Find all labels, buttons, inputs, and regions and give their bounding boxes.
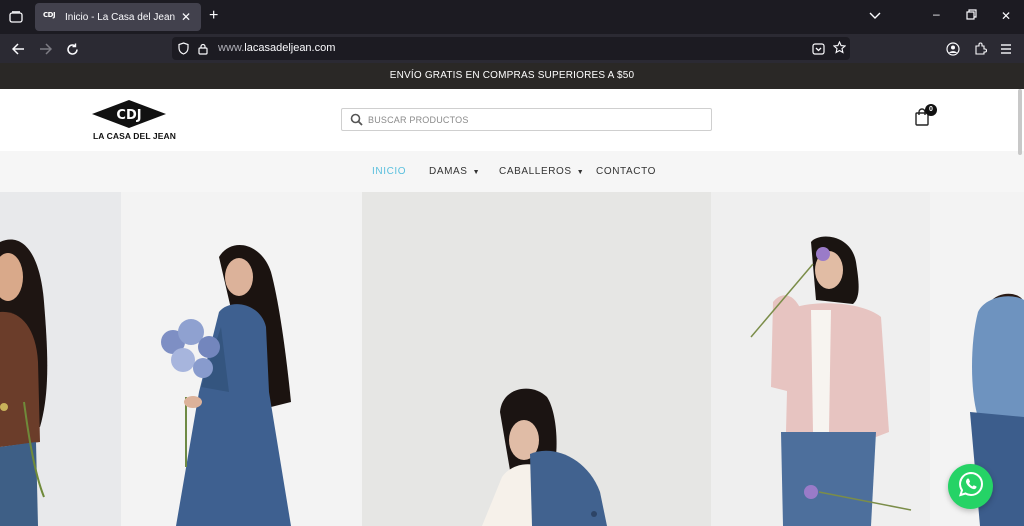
menu-item-damas[interactable]: DAMAS ▼	[429, 166, 480, 177]
logo-subtitle: LA CASA DEL JEAN	[93, 131, 176, 141]
star-icon[interactable]	[832, 40, 847, 59]
forward-icon[interactable]	[35, 39, 55, 59]
caret-down-icon: ▼	[576, 169, 585, 176]
shield-icon[interactable]	[178, 42, 189, 60]
gallery-image-3[interactable]	[362, 192, 711, 526]
url-prefix: www.	[218, 42, 245, 54]
close-window-icon[interactable]: ✕	[1001, 9, 1011, 23]
menu-icon[interactable]	[996, 39, 1016, 59]
menu-item-inicio[interactable]: INICIO	[372, 166, 406, 177]
whatsapp-button[interactable]	[948, 464, 993, 509]
gallery-image-1[interactable]	[0, 192, 121, 526]
tab-title: Inicio - La Casa del Jean	[65, 11, 176, 23]
lock-icon[interactable]	[198, 42, 208, 60]
search-input[interactable]	[368, 109, 698, 130]
menu-item-contacto[interactable]: CONTACTO	[596, 166, 656, 177]
gallery-image-2[interactable]	[121, 192, 362, 526]
site-header: CDJ LA CASA DEL JEAN 0	[0, 89, 1024, 151]
plus-icon[interactable]: +	[209, 8, 218, 24]
back-icon[interactable]	[8, 39, 28, 59]
cart-count-badge: 0	[925, 104, 937, 116]
close-icon[interactable]: ✕	[179, 10, 193, 24]
cart-button[interactable]: 0	[914, 104, 940, 130]
maximize-icon[interactable]	[966, 9, 977, 23]
hero-gallery	[0, 192, 1024, 526]
reload-icon[interactable]	[62, 39, 82, 59]
menu-item-caballeros[interactable]: CABALLEROS ▼	[499, 166, 584, 177]
gallery-image-4[interactable]	[711, 192, 930, 526]
promo-banner: ENVÍO GRATIS EN COMPRAS SUPERIORES A $50	[0, 63, 1024, 89]
minimize-icon[interactable]: –	[933, 7, 940, 21]
browser-nav-bar: www.lacasadeljean.com	[0, 34, 1024, 63]
whatsapp-icon	[958, 471, 984, 502]
tab-favicon: CDJ	[43, 11, 56, 19]
page-scrollbar[interactable]	[1018, 89, 1022, 155]
search-box[interactable]	[341, 108, 712, 131]
menu-item-label: DAMAS	[429, 166, 468, 177]
url-host: lacasadeljean.com	[244, 42, 336, 54]
shopping-bag-icon	[914, 108, 930, 130]
main-menu: INICIO DAMAS ▼ CABALLEROS ▼ CONTACTO	[0, 151, 1024, 192]
chevron-down-icon[interactable]	[869, 9, 881, 23]
logo-mark: CDJ	[116, 108, 141, 123]
browser-tab-bar: CDJ Inicio - La Casa del Jean ✕ + – ✕	[0, 0, 1024, 34]
tab-list-icon[interactable]	[6, 7, 26, 27]
url-bar[interactable]: www.lacasadeljean.com	[172, 37, 850, 60]
account-icon[interactable]	[943, 39, 963, 59]
save-to-pocket-icon[interactable]	[812, 42, 825, 60]
caret-down-icon: ▼	[472, 169, 481, 176]
url-text: www.lacasadeljean.com	[218, 42, 335, 54]
menu-item-label: CABALLEROS	[499, 166, 572, 177]
search-icon[interactable]	[350, 113, 363, 131]
browser-tab[interactable]: CDJ Inicio - La Casa del Jean ✕	[35, 3, 201, 31]
extensions-icon[interactable]	[970, 39, 990, 59]
